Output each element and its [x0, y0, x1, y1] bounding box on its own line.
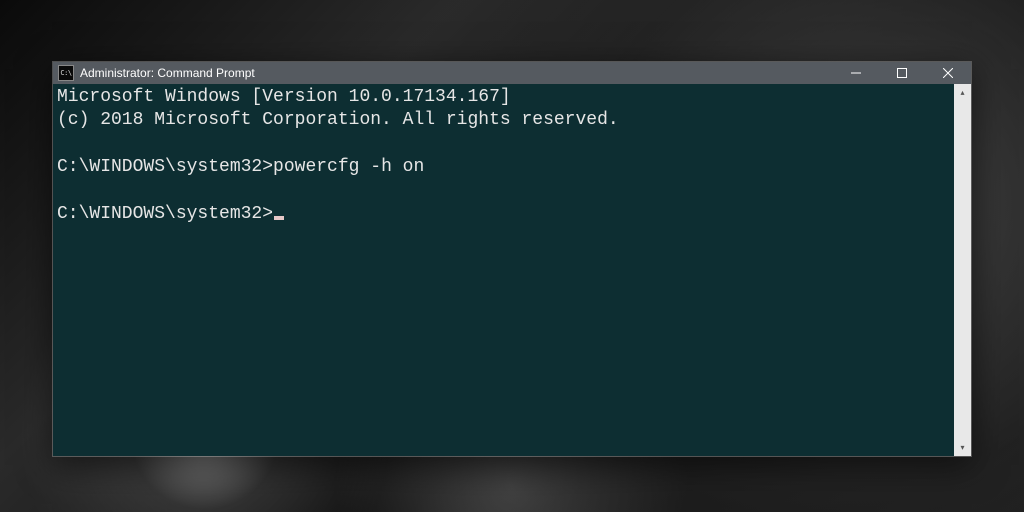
titlebar[interactable]: C:\ Administrator: Command Prompt: [53, 62, 971, 84]
scroll-up-button[interactable]: ▴: [954, 84, 971, 101]
typed-command: powercfg -h on: [273, 157, 424, 177]
prompt-line: C:\WINDOWS\system32>powercfg -h on: [57, 156, 950, 179]
banner-line: Microsoft Windows [Version 10.0.17134.16…: [57, 86, 950, 109]
chevron-up-icon: ▴: [960, 88, 964, 97]
console-area: Microsoft Windows [Version 10.0.17134.16…: [53, 84, 971, 456]
close-icon: [943, 68, 953, 78]
blank-line: [57, 133, 950, 156]
prompt-path: C:\WINDOWS\system32>: [57, 157, 273, 177]
cmd-icon: C:\: [58, 65, 74, 81]
console-output[interactable]: Microsoft Windows [Version 10.0.17134.16…: [53, 84, 954, 456]
text-cursor: [274, 216, 284, 220]
scroll-track[interactable]: [954, 101, 971, 439]
prompt-path: C:\WINDOWS\system32>: [57, 204, 273, 224]
window-controls: [833, 62, 971, 84]
close-button[interactable]: [925, 62, 971, 84]
maximize-icon: [897, 68, 907, 78]
blank-line: [57, 180, 950, 203]
prompt-line: C:\WINDOWS\system32>: [57, 203, 950, 226]
scroll-down-button[interactable]: ▾: [954, 439, 971, 456]
vertical-scrollbar[interactable]: ▴ ▾: [954, 84, 971, 456]
minimize-icon: [851, 68, 861, 78]
banner-line: (c) 2018 Microsoft Corporation. All righ…: [57, 109, 950, 132]
chevron-down-icon: ▾: [960, 443, 964, 452]
maximize-button[interactable]: [879, 62, 925, 84]
window-title: Administrator: Command Prompt: [80, 66, 833, 80]
command-prompt-window: C:\ Administrator: Command Prompt Micros…: [52, 61, 972, 457]
minimize-button[interactable]: [833, 62, 879, 84]
